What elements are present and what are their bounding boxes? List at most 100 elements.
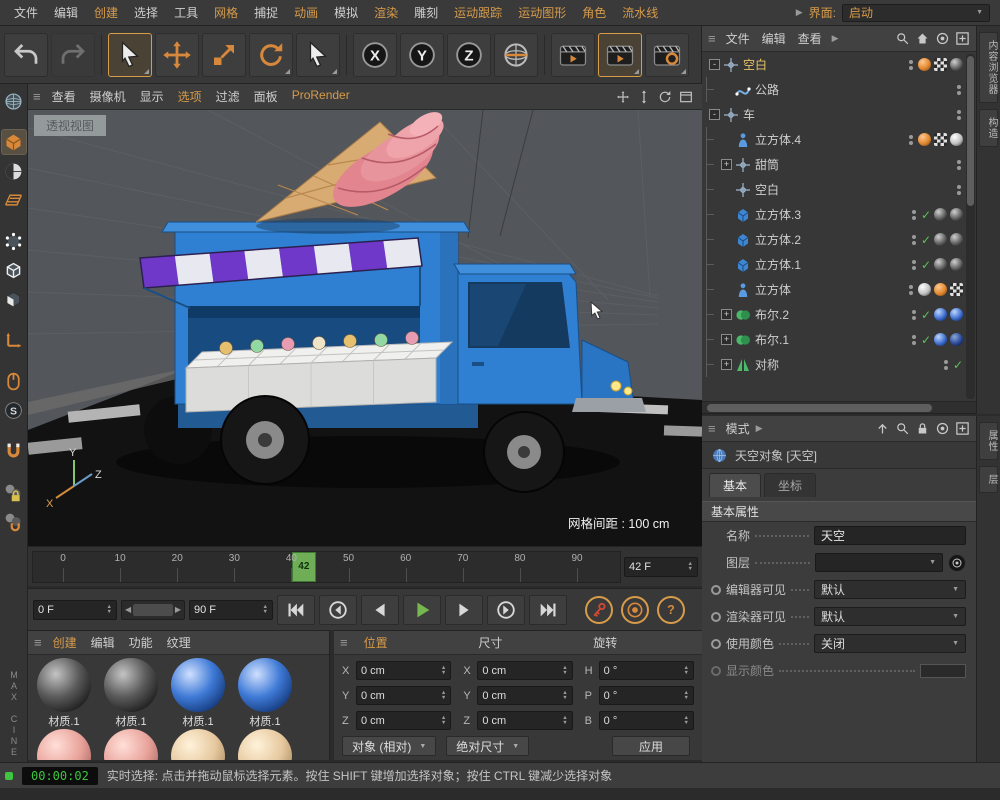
simulation-button[interactable]: S — [2, 398, 26, 422]
material-thumb-graysphere[interactable] — [950, 208, 963, 221]
expander-minus-icon[interactable]: - — [709, 109, 720, 120]
tree-row-对称[interactable]: + 对称 ✓ — [702, 352, 976, 377]
chevron-right-icon[interactable]: ▶ — [796, 7, 803, 18]
target-icon[interactable] — [935, 421, 950, 436]
attribute-dropdown-使用颜色[interactable]: 关闭 ▼ — [814, 634, 966, 653]
texture-mode-button[interactable] — [2, 159, 26, 183]
om-menu-文件[interactable]: 文件 — [720, 28, 756, 49]
editor-visibility-dot[interactable] — [911, 234, 916, 239]
goto-end-button[interactable] — [529, 594, 567, 625]
material-thumb-checker[interactable] — [934, 133, 947, 146]
home-icon[interactable] — [915, 31, 930, 46]
visibility-dots[interactable] — [911, 259, 916, 270]
mode-menu[interactable]: 模式 — [720, 418, 756, 439]
addpanel-icon[interactable] — [955, 421, 970, 436]
editor-visibility-dot[interactable] — [911, 334, 916, 339]
panel-menu-icon[interactable]: ≡ — [33, 89, 41, 104]
material-menu-创建[interactable]: 创建 — [46, 632, 84, 653]
coord-field[interactable]: 0 cm ▲ ▼ — [477, 661, 573, 680]
scrollbar-thumb[interactable] — [707, 403, 932, 412]
visibility-dots[interactable] — [911, 309, 916, 320]
viewport-menu-查看[interactable]: 查看 — [45, 85, 83, 108]
stepper-icon[interactable]: ▲ ▼ — [441, 690, 446, 701]
stepper-icon[interactable]: ▲ ▼ — [107, 604, 112, 615]
render-visibility-dot[interactable] — [911, 265, 916, 270]
move-button[interactable] — [155, 32, 199, 77]
visibility-dots[interactable] — [943, 359, 948, 370]
expander-plus-icon[interactable]: + — [721, 334, 732, 345]
goto-start-button[interactable] — [277, 594, 315, 625]
end-frame-field[interactable]: 90 F ▲ ▼ — [189, 599, 273, 620]
material-thumb-graysphere[interactable] — [950, 233, 963, 246]
snap-button[interactable] — [2, 439, 26, 463]
stepper-icon[interactable]: ▲ ▼ — [441, 665, 446, 676]
material-thumb-checker[interactable] — [934, 58, 947, 71]
next-frame-button[interactable] — [445, 594, 483, 625]
scale-button[interactable] — [202, 32, 246, 77]
menu-item-网格[interactable]: 网格 — [206, 1, 246, 24]
material-item[interactable]: 材质.1 — [102, 658, 160, 728]
lock-z-button[interactable]: Z — [447, 32, 491, 77]
menu-item-模拟[interactable]: 模拟 — [326, 1, 366, 24]
render-visibility-dot[interactable] — [911, 240, 916, 245]
viewport-menu-ProRender[interactable]: ProRender — [285, 85, 357, 108]
material-thumb-lightsphere[interactable] — [950, 133, 963, 146]
chevron-right-icon[interactable]: ▶ — [756, 423, 763, 434]
live-selection-button[interactable] — [108, 32, 152, 77]
render-view-button[interactable] — [551, 32, 595, 77]
vertical-scrollbar[interactable] — [966, 54, 975, 399]
tree-row-空白[interactable]: - 空白 — [702, 52, 976, 77]
render-visibility-dot[interactable] — [957, 165, 961, 170]
editor-visibility-dot[interactable] — [909, 284, 913, 289]
enable-axis-button[interactable] — [2, 328, 26, 352]
editor-visibility-dot[interactable] — [911, 309, 916, 314]
enabled-check-icon[interactable]: ✓ — [921, 233, 931, 247]
material-sphere[interactable] — [171, 658, 225, 712]
dolly-icon[interactable] — [636, 89, 652, 105]
render-picture-viewer-button[interactable] — [598, 32, 642, 77]
material-menu-功能[interactable]: 功能 — [122, 632, 160, 653]
stepper-icon[interactable]: ▲ ▼ — [562, 715, 567, 726]
workplane-mode-button[interactable] — [2, 188, 26, 212]
viewport-menu-摄像机[interactable]: 摄像机 — [83, 85, 133, 108]
viewport-select-button[interactable] — [2, 369, 26, 393]
expander-plus-icon[interactable]: + — [721, 159, 732, 170]
keying-options-button[interactable]: ? — [657, 595, 685, 624]
record-key-button[interactable] — [585, 595, 613, 624]
workplane-lock-button[interactable] — [2, 480, 26, 504]
menu-item-运动跟踪[interactable]: 运动跟踪 — [446, 1, 510, 24]
coord-field[interactable]: 0 cm ▲ ▼ — [477, 711, 573, 730]
coord-field[interactable]: 0 ° ▲ ▼ — [598, 686, 694, 705]
render-visibility-dot[interactable] — [911, 215, 916, 220]
material-item[interactable] — [35, 729, 93, 760]
range-left-icon[interactable]: ◀ — [125, 605, 131, 614]
editor-visibility-dot[interactable] — [957, 184, 961, 189]
menu-item-运动图形[interactable]: 运动图形 — [510, 1, 574, 24]
enabled-check-icon[interactable]: ✓ — [921, 208, 931, 222]
undo-button[interactable] — [4, 32, 48, 77]
material-thumb-bluesphere[interactable] — [934, 333, 947, 346]
editor-visibility-dot[interactable] — [943, 359, 948, 364]
toggle-ring[interactable] — [711, 584, 721, 595]
material-thumb-orange[interactable] — [918, 133, 931, 146]
material-item[interactable]: 材质.1 — [169, 658, 227, 728]
enabled-check-icon[interactable]: ✓ — [921, 258, 931, 272]
quantize-button[interactable] — [2, 509, 26, 533]
tab-基本[interactable]: 基本 — [709, 473, 762, 497]
autokey-button[interactable] — [621, 595, 649, 624]
tree-row-立方体.2[interactable]: 立方体.2 ✓ — [702, 227, 976, 252]
material-thumb-checker[interactable] — [950, 283, 963, 296]
material-sphere[interactable] — [37, 658, 91, 712]
rotate-button[interactable] — [249, 32, 293, 77]
addpanel-icon[interactable] — [955, 31, 970, 46]
chevron-right-icon[interactable]: ▶ — [832, 33, 839, 44]
coord-field[interactable]: 0 cm ▲ ▼ — [356, 711, 452, 730]
material-item[interactable]: 材质.1 — [236, 658, 294, 728]
prev-key-button[interactable] — [319, 594, 357, 625]
visibility-dots[interactable] — [911, 234, 916, 245]
enabled-check-icon[interactable]: ✓ — [921, 308, 931, 322]
material-menu-编辑[interactable]: 编辑 — [84, 632, 122, 653]
om-menu-查看[interactable]: 查看 — [792, 28, 828, 49]
material-thumb-graysphere[interactable] — [934, 258, 947, 271]
render-visibility-dot[interactable] — [957, 190, 961, 195]
